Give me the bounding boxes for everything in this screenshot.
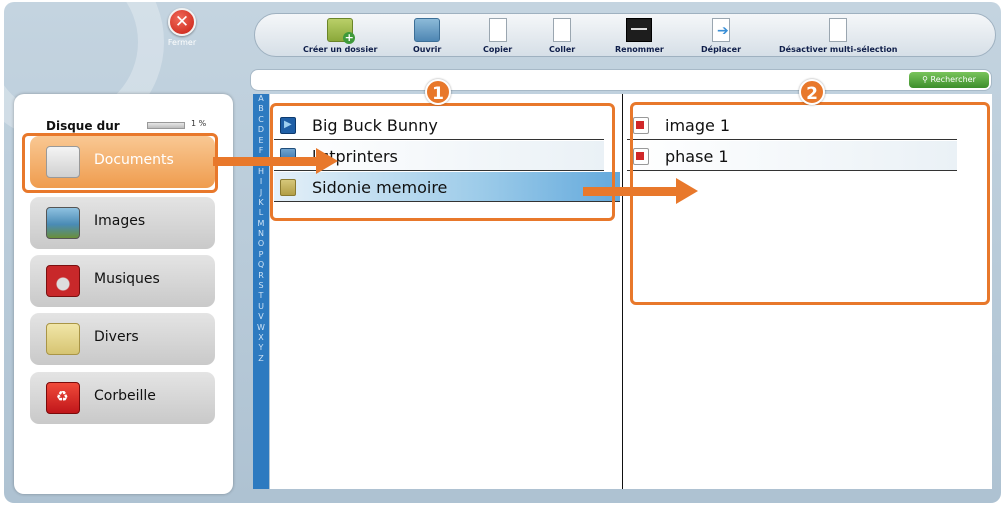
callout-documents xyxy=(22,133,218,193)
arrow-to-folders xyxy=(213,148,338,174)
rename-icon xyxy=(626,18,653,42)
arrow-shaft xyxy=(213,157,316,166)
search-bar: ⚲ Rechercher xyxy=(250,69,992,91)
disk-usage-bar xyxy=(147,122,185,129)
arrow-to-files xyxy=(583,178,698,204)
rename-label: Renommer xyxy=(615,45,664,54)
multi-select-button[interactable]: Désactiver multi-sélection xyxy=(779,18,897,54)
rename-button[interactable]: Renommer xyxy=(615,18,664,54)
multi-select-icon xyxy=(829,18,848,42)
move-label: Déplacer xyxy=(701,45,742,54)
alphabet-letter[interactable]: W xyxy=(253,323,269,333)
alphabet-letter[interactable]: V xyxy=(253,312,269,322)
create-folder-button[interactable]: Créer un dossier xyxy=(303,18,377,54)
alphabet-letter[interactable]: I xyxy=(253,177,269,187)
toolbar: Créer un dossier Ouvrir Copier Coller Re… xyxy=(254,13,996,57)
alphabet-letter[interactable]: E xyxy=(253,136,269,146)
category-label: Divers xyxy=(94,329,139,345)
paste-button[interactable]: Coller xyxy=(549,16,576,54)
open-icon xyxy=(414,18,441,42)
paste-icon xyxy=(549,16,572,42)
arrow-head-icon xyxy=(676,178,698,204)
alphabet-letter[interactable]: J xyxy=(253,188,269,198)
trash-icon xyxy=(46,382,80,414)
alphabet-letter[interactable]: X xyxy=(253,333,269,343)
multi-select-label: Désactiver multi-sélection xyxy=(779,45,898,54)
copy-button[interactable]: Copier xyxy=(483,16,513,54)
alphabet-letter[interactable]: T xyxy=(253,291,269,301)
disk-percent: 1 % xyxy=(191,119,207,128)
disk-label: Disque dur xyxy=(46,119,120,133)
search-button-label: Rechercher xyxy=(930,75,976,84)
alphabet-letter[interactable]: D xyxy=(253,125,269,135)
alphabet-letter[interactable]: U xyxy=(253,302,269,312)
alphabet-letter[interactable]: P xyxy=(253,250,269,260)
arrow-shaft xyxy=(583,187,676,196)
move-button[interactable]: Déplacer xyxy=(701,18,741,54)
alphabet-letter[interactable]: O xyxy=(253,239,269,249)
alphabet-letter[interactable]: N xyxy=(253,229,269,239)
search-icon: ⚲ xyxy=(922,75,928,84)
alphabet-letter[interactable]: K xyxy=(253,198,269,208)
open-button[interactable]: Ouvrir xyxy=(413,18,441,54)
music-icon xyxy=(46,265,80,297)
images-icon xyxy=(46,207,80,239)
category-images[interactable]: Images xyxy=(30,197,215,249)
alphabet-letter[interactable]: R xyxy=(253,271,269,281)
alphabet-letter[interactable]: S xyxy=(253,281,269,291)
search-input[interactable] xyxy=(257,73,877,87)
alphabet-letter[interactable]: Y xyxy=(253,343,269,353)
paste-label: Coller xyxy=(549,45,576,54)
step-badge-2: 2 xyxy=(799,79,825,105)
category-music[interactable]: Musiques xyxy=(30,255,215,307)
create-folder-label: Créer un dossier xyxy=(303,45,378,54)
search-button[interactable]: ⚲ Rechercher xyxy=(909,72,989,88)
alphabet-letter[interactable]: C xyxy=(253,115,269,125)
alphabet-letter[interactable]: Q xyxy=(253,260,269,270)
category-label: Musiques xyxy=(94,271,160,287)
category-trash[interactable]: Corbeille xyxy=(30,372,215,424)
category-misc[interactable]: Divers xyxy=(30,313,215,365)
step-badge-1: 1 xyxy=(425,79,451,105)
alphabet-letter[interactable]: M xyxy=(253,219,269,229)
copy-label: Copier xyxy=(483,45,513,54)
copy-icon xyxy=(484,16,507,42)
folder-icon xyxy=(46,323,80,355)
category-label: Images xyxy=(94,213,146,229)
arrow-head-icon xyxy=(316,148,338,174)
close-button[interactable]: ✕ Fermer xyxy=(152,8,212,47)
alphabet-letter[interactable]: A xyxy=(253,94,269,104)
alphabet-letter[interactable]: Z xyxy=(253,354,269,364)
move-icon xyxy=(712,18,731,42)
open-label: Ouvrir xyxy=(413,45,442,54)
close-icon[interactable]: ✕ xyxy=(168,8,196,36)
category-label: Corbeille xyxy=(94,388,156,404)
alphabet-letter[interactable]: B xyxy=(253,104,269,114)
new-folder-icon xyxy=(327,18,356,44)
close-label: Fermer xyxy=(167,38,197,47)
alphabet-letter[interactable]: L xyxy=(253,208,269,218)
